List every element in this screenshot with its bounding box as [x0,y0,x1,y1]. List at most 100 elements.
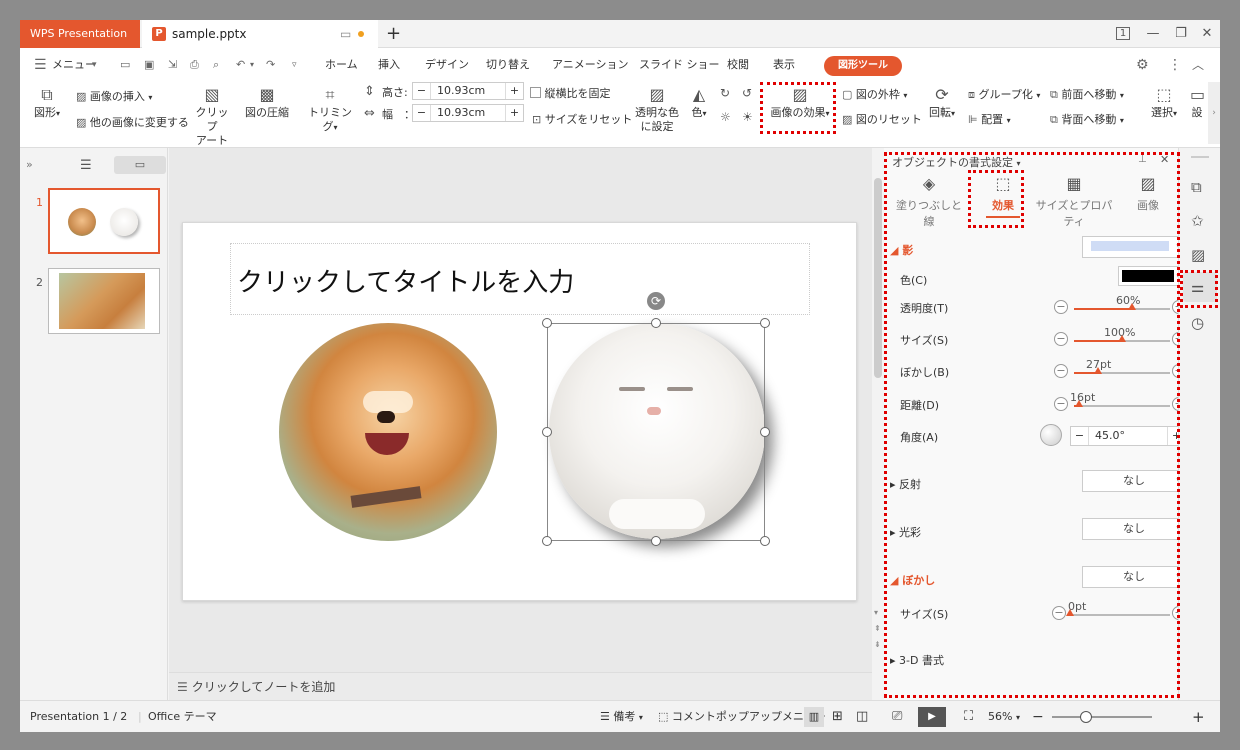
reset-image-button[interactable]: ▨ 図のリセット [842,111,922,127]
distance-minus-button[interactable]: − [1054,397,1068,411]
reflection-dropdown[interactable]: なし [1082,470,1186,492]
print-icon[interactable]: ⎙ [190,48,199,78]
app-tab[interactable]: WPS Presentation [20,20,140,48]
expand-pane-icon[interactable]: » [26,158,33,171]
transparency-minus-button[interactable]: − [1054,300,1068,314]
slide-thumbnail-2[interactable] [48,268,160,334]
height-decrement-button[interactable]: − [413,83,431,99]
tab-slideshow[interactable]: スライド ショー [639,48,720,78]
lock-ratio-checkbox[interactable]: 縦横比を固定 [530,85,611,101]
size-minus-button[interactable]: − [1054,332,1068,346]
tab-review[interactable]: 校閲 [727,48,749,78]
tab-animation[interactable]: アニメーション [552,48,629,78]
angle-field[interactable]: − 45.0° + [1070,426,1186,446]
animation-icon[interactable]: ✩ [1191,212,1204,230]
contrast-icon[interactable]: ☀ [742,110,753,124]
trim-button[interactable]: ⌗ トリミング▾ [304,87,356,135]
presenter-view-icon[interactable]: ⎚ [892,701,902,732]
collapse-ribbon-icon[interactable]: ︿ [1192,48,1204,78]
resize-handle-ne[interactable] [760,318,770,328]
more-icon[interactable]: ⋮ [1168,48,1182,78]
resize-handle-n[interactable] [651,318,661,328]
minimize-button[interactable]: — [1138,20,1168,48]
rotate-button[interactable]: ⟳ 回転▾ [924,87,960,121]
undo-dropdown-icon[interactable]: ▾ [250,48,254,78]
reading-view-icon[interactable]: ◫ [856,701,868,732]
rotate-image-icon[interactable]: ↻ [720,86,730,100]
chevron-down-icon[interactable]: ▾ [92,48,97,78]
rotate-handle-icon[interactable]: ⟳ [647,292,665,310]
shadow-color-picker[interactable] [1118,266,1186,287]
outline-view-icon[interactable]: ☰ [80,158,92,173]
thumbnail-view-icon[interactable]: ▭ [114,156,166,174]
new-tab-button[interactable]: + [386,20,401,48]
soft-size-slider[interactable] [1066,609,1170,616]
resize-handle-nw[interactable] [542,318,552,328]
properties-sliders-icon[interactable]: ⚌ [1191,278,1204,296]
blur-slider-thumb[interactable] [1094,367,1102,374]
transparent-color-button[interactable]: ▨ 透明な色 に設定 [632,87,682,134]
width-increment-button[interactable]: + [505,105,523,121]
flip-image-icon[interactable]: ↺ [742,86,752,100]
prev-slide-icon[interactable]: ⇞ [874,624,881,633]
size-slider[interactable] [1074,335,1170,342]
change-image-button[interactable]: ▨ 他の画像に変更する [76,114,189,130]
distance-slider-thumb[interactable] [1074,400,1083,407]
transition-icon[interactable]: ⧉ [1191,178,1202,196]
tab-home[interactable]: ホーム [325,48,358,78]
3d-format-section-header[interactable]: ▸ 3-D 書式 [890,652,944,668]
menu-button[interactable]: メニュー [52,48,96,78]
next-slide-icon[interactable]: ⇟ [874,640,881,649]
image-effect-button[interactable]: ▨ 画像の効果▾ [764,87,836,121]
select-button[interactable]: ⬚ 選択▾ [1146,87,1182,121]
group-button[interactable]: ⧈ グループ化 ▾ [968,86,1040,102]
history-icon[interactable]: ◷ [1191,314,1204,332]
brightness-icon[interactable]: ☼ [720,110,731,124]
shape-button[interactable]: ⧉ 図形▾ [30,87,64,121]
soft-edge-dropdown[interactable]: なし [1082,566,1186,588]
scroll-down-icon[interactable]: ▾ [874,608,878,617]
width-field[interactable]: − 10.93cm + [412,104,524,122]
compress-button[interactable]: ▩ 図の圧縮 [242,87,292,120]
zoom-slider-thumb[interactable] [1080,711,1092,723]
customize-dropdown-icon[interactable]: ▿ [292,48,297,78]
print-preview-icon[interactable]: ⌕ [213,48,219,78]
zoom-slider[interactable] [1052,711,1152,723]
tab-picture-tools[interactable]: 図形ツール [824,56,902,76]
zoom-in-button[interactable]: + [1192,701,1205,732]
fit-window-icon[interactable]: ⛶ [964,701,973,732]
glow-section-header[interactable]: ▸ 光彩 [890,524,921,540]
transparency-slider-thumb[interactable] [1127,303,1136,310]
reset-size-button[interactable]: ⊡ サイズをリセット [532,111,632,127]
normal-view-icon[interactable]: ▥ [804,707,824,727]
redo-icon[interactable]: ↷ [266,48,275,78]
canvas-vertical-scrollbar[interactable]: ▾ ⇞ ⇟ [872,148,884,700]
panel-close-icon[interactable]: ✕ [1160,153,1169,166]
soft-size-slider-thumb[interactable] [1066,609,1074,616]
slide-sorter-icon[interactable]: ⊞ [832,701,843,732]
tab-fill-line[interactable]: ◈ 塗りつぶしと線 [894,174,964,229]
notes-bar[interactable]: ☰ クリックしてノートを追加 [169,672,872,700]
document-tab[interactable]: P sample.pptx ▭ [142,20,378,48]
hamburger-icon[interactable]: ☰ [34,48,47,78]
tab-transitions[interactable]: 切り替え [486,48,530,78]
tab-design[interactable]: デザイン [425,48,469,78]
gear-icon[interactable]: ⚙ [1136,48,1149,78]
zoom-out-button[interactable]: − [1032,701,1044,732]
save-icon[interactable]: ▣ [144,48,154,78]
clipart-button[interactable]: ▧ クリップ アート [194,87,230,148]
height-increment-button[interactable]: + [505,83,523,99]
zoom-dropdown[interactable]: 56% ▾ [988,701,1020,732]
width-decrement-button[interactable]: − [413,105,431,121]
pin-icon[interactable]: ⊥ [1138,154,1147,165]
close-button[interactable]: ✕ [1192,20,1220,48]
insert-image-button[interactable]: ▨ 画像の挿入 ▾ [76,88,152,104]
tab-view[interactable]: 表示 [773,48,795,78]
tab-image[interactable]: ▨ 画像 [1128,174,1168,213]
tab-insert[interactable]: 挿入 [378,48,400,78]
undo-icon[interactable]: ↶ [236,48,245,78]
shadow-preset-dropdown[interactable] [1082,236,1186,258]
shadow-section-header[interactable]: ◢ 影 [890,242,913,258]
resize-handle-e[interactable] [760,427,770,437]
title-placeholder-box[interactable]: クリックしてタイトルを入力 [230,243,810,315]
